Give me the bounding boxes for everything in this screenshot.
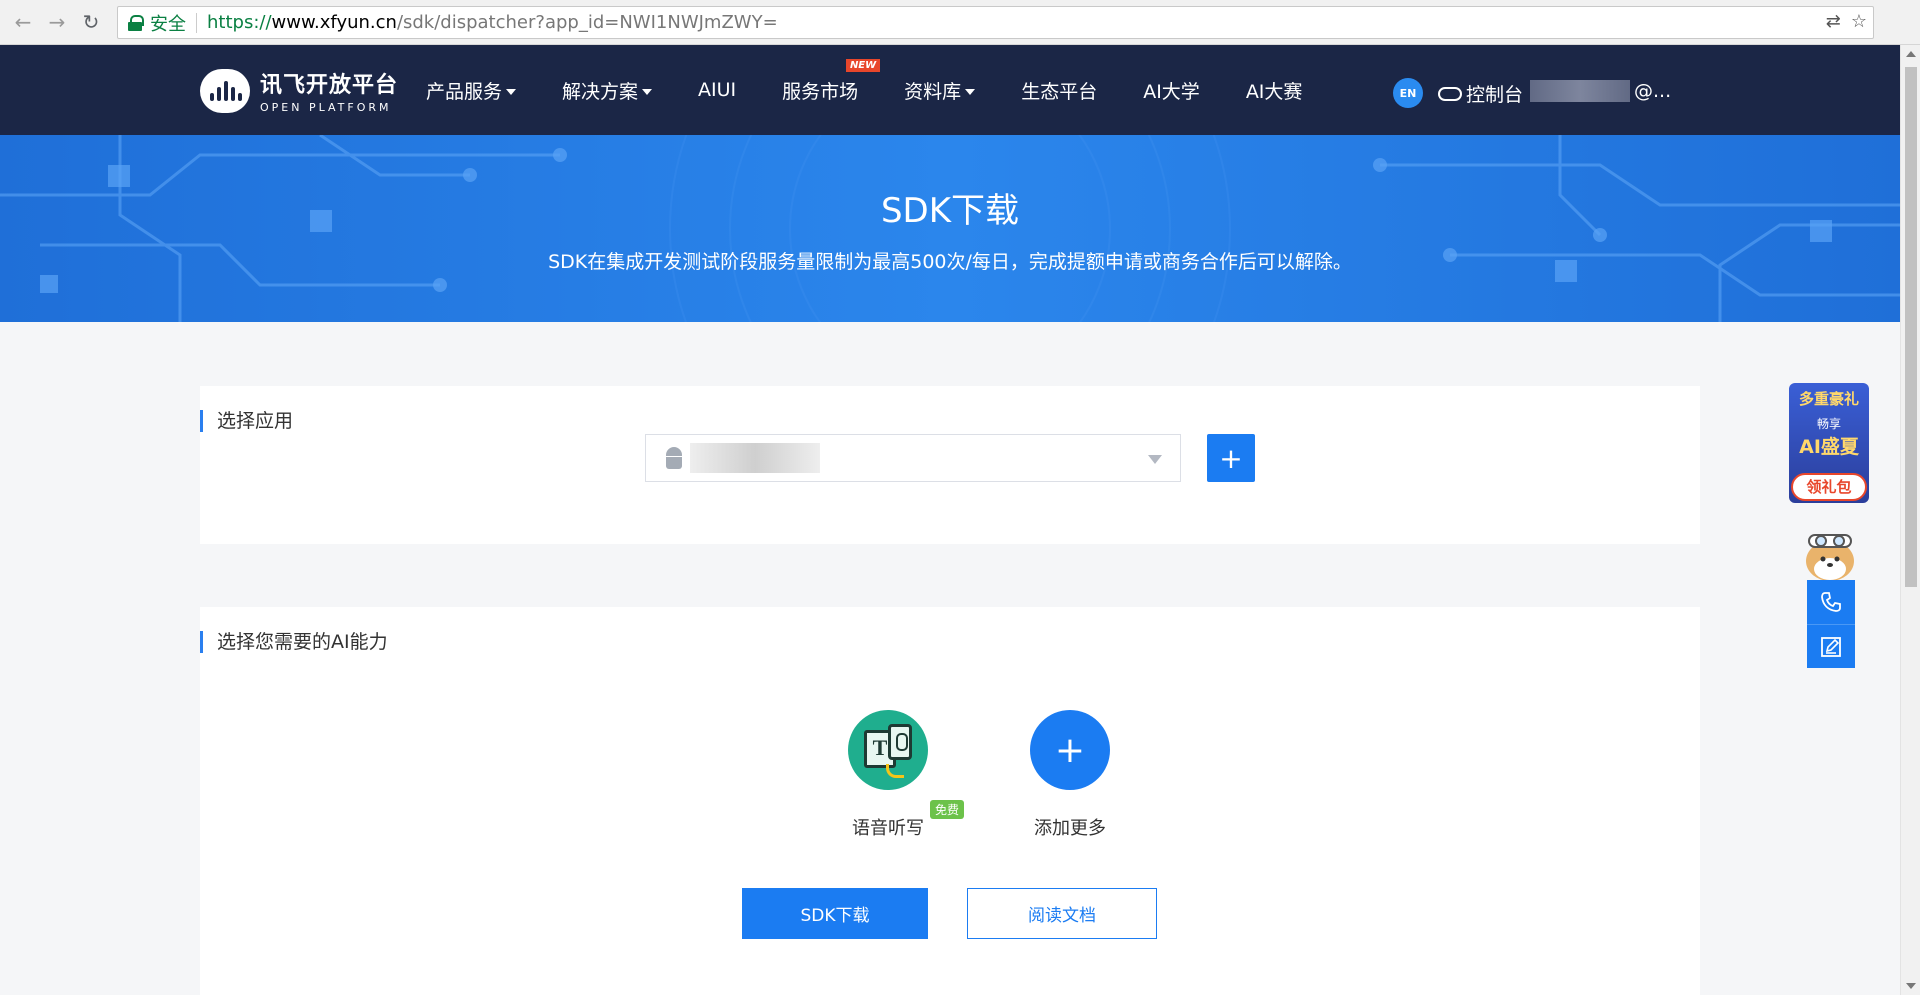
caret-down-icon [642, 89, 653, 95]
main-nav: 产品服务 解决方案 AIUI 服务市场 NEW 资料库 生态平台 AI大学 AI大… [426, 45, 1348, 135]
nav-market[interactable]: 服务市场 NEW [782, 58, 881, 104]
promo-line2: 畅享 [1816, 417, 1841, 431]
caret-down-icon [965, 89, 976, 95]
android-icon [664, 447, 684, 469]
sdk-download-button[interactable]: SDK下载 [742, 888, 928, 939]
redacted-app-name [690, 443, 820, 473]
nav-docs[interactable]: 资料库 [904, 77, 976, 104]
url-scheme: https:// [207, 12, 272, 33]
reload-button[interactable]: ↻ [74, 5, 108, 39]
site-header: 讯飞开放平台 OPEN PLATFORM 产品服务 解决方案 AIUI 服务市场… [0, 45, 1900, 135]
language-toggle[interactable]: EN [1393, 78, 1423, 108]
phone-button[interactable] [1807, 580, 1855, 624]
new-badge: NEW [845, 58, 881, 72]
section-title-app: 选择应用 [200, 410, 293, 432]
ability-label: 语音听写 [852, 818, 924, 839]
nav-ai-university[interactable]: AI大学 [1143, 77, 1200, 104]
divider [196, 12, 197, 33]
feedback-button[interactable] [1807, 624, 1855, 668]
scroll-thumb[interactable] [1905, 67, 1917, 587]
mascot-icon [1806, 534, 1854, 581]
caret-down-icon [506, 89, 517, 95]
page-subtitle: SDK在集成开发测试阶段服务量限制为最高500次/每日，完成提额申请或商务合作后… [548, 251, 1352, 273]
scroll-up-icon[interactable] [1906, 51, 1916, 57]
promo-cta: 领礼包 [1791, 473, 1867, 501]
lock-icon [128, 14, 144, 31]
url-host: www.xfyun.cn [271, 12, 397, 33]
scroll-down-icon[interactable] [1906, 983, 1916, 989]
select-ai-card: 选择您需要的AI能力 T 语音听写 免费 + 添加更多 SDK下载 阅读文档 [200, 607, 1700, 995]
page-title: SDK下载 [880, 191, 1020, 231]
promo-widget[interactable]: 多重豪礼 畅享 AI盛夏 领礼包 [1789, 383, 1869, 503]
redacted-email [1530, 80, 1630, 102]
logo-title: 讯飞开放平台 [260, 73, 399, 98]
ability-add-more[interactable]: + 添加更多 [1000, 710, 1140, 840]
caret-down-icon [1148, 455, 1162, 464]
ability-label: 添加更多 [1034, 818, 1106, 839]
console-link[interactable]: 控制台 [1438, 80, 1523, 107]
read-docs-button[interactable]: 阅读文档 [967, 888, 1157, 939]
nav-ecosystem[interactable]: 生态平台 [1021, 77, 1097, 104]
page-scrollbar[interactable] [1900, 45, 1920, 995]
speech-dictation-icon: T [848, 710, 928, 790]
cloud-icon [1438, 86, 1462, 101]
nav-aiui[interactable]: AIUI [698, 79, 736, 101]
secure-label: 安全 [150, 13, 186, 35]
free-badge: 免费 [929, 800, 964, 819]
logo-icon [200, 68, 250, 113]
forward-button[interactable]: → [40, 5, 74, 39]
bookmark-star-icon[interactable]: ☆ [1851, 11, 1867, 32]
url-path: /sdk/dispatcher?app_id=NWI1NWJmZWY= [396, 12, 778, 33]
ability-speech-dictation[interactable]: T 语音听写 免费 [818, 710, 964, 840]
edit-icon [1821, 636, 1841, 657]
logo-subtitle: OPEN PLATFORM [260, 101, 392, 114]
nav-products[interactable]: 产品服务 [426, 77, 517, 104]
promo-line3: AI盛夏 [1799, 436, 1859, 458]
phone-icon [1821, 592, 1841, 612]
address-bar[interactable]: 安全 https://www.xfyun.cn/sdk/dispatcher?a… [117, 6, 1874, 39]
app-select[interactable] [645, 434, 1181, 482]
user-account[interactable]: @... [1530, 80, 1671, 102]
add-app-button[interactable]: + [1207, 434, 1255, 482]
nav-solutions[interactable]: 解决方案 [562, 77, 653, 104]
back-button[interactable]: ← [6, 5, 40, 39]
plus-icon: + [1030, 710, 1110, 790]
promo-line1: 多重豪礼 [1798, 390, 1859, 408]
select-app-card: 选择应用 + [200, 386, 1700, 544]
hero-banner: SDK下载 SDK在集成开发测试阶段服务量限制为最高500次/每日，完成提额申请… [0, 135, 1900, 322]
nav-ai-contest[interactable]: AI大赛 [1246, 77, 1303, 104]
section-title-ai: 选择您需要的AI能力 [200, 631, 388, 653]
browser-toolbar: ← → ↻ 安全 https://www.xfyun.cn/sdk/dispat… [0, 0, 1920, 45]
logo[interactable]: 讯飞开放平台 OPEN PLATFORM [200, 67, 398, 114]
translate-icon[interactable]: ⇄ [1826, 11, 1841, 32]
